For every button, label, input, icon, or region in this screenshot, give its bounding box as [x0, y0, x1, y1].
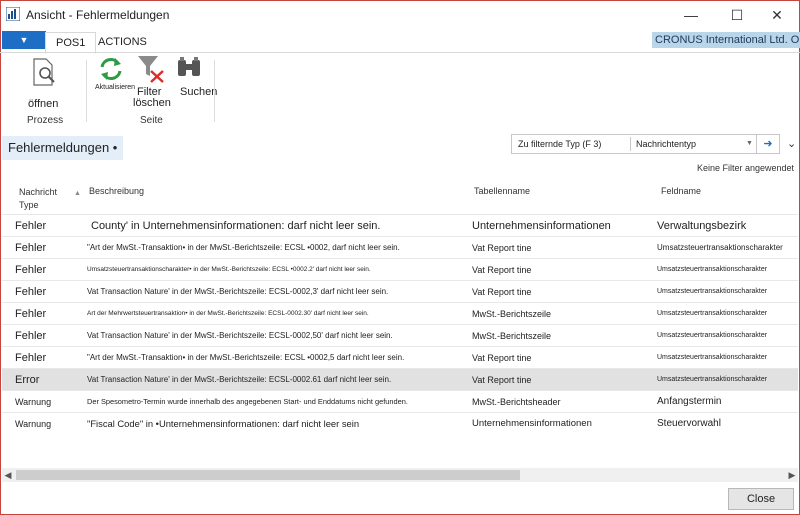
cell-description: Der Spesometro-Termin wurde innerhalb de…	[87, 397, 408, 406]
window-title: Ansicht - Fehlermeldungen	[26, 8, 170, 22]
column-header-description[interactable]: Beschreibung	[89, 186, 144, 196]
table-row[interactable]: Fehler Umsatzsteuertransaktionscharakter…	[2, 258, 798, 281]
cell-description: Art der Mehrwertsteuertransaktion• in de…	[87, 310, 369, 317]
cell-description: "Art der MwSt.-Transaktion• in der MwSt.…	[87, 353, 405, 362]
table-row[interactable]: Fehler County' in Unternehmensinformatio…	[2, 214, 798, 237]
cell-table-name: Vat Report tine	[472, 265, 532, 275]
search-button-label[interactable]: Suchen	[180, 86, 217, 98]
cell-type: Fehler	[15, 264, 47, 276]
table-row[interactable]: Warnung Der Spesometro-Termin wurde inne…	[2, 390, 798, 413]
close-icon[interactable]: ✕	[762, 4, 792, 26]
cell-field-name: Umsatzsteuertransaktionscharakter	[657, 266, 768, 273]
cell-table-name: MwSt.-Berichtszeile	[472, 309, 552, 319]
table-row[interactable]: Fehler "Art der MwSt.-Transaktion• in de…	[2, 346, 798, 369]
column-header-type[interactable]: Nachricht Type	[19, 186, 69, 212]
cell-type: Error	[15, 374, 40, 386]
cell-table-name: Unternehmensinformationen	[472, 220, 611, 232]
cell-type: Fehler	[15, 330, 47, 342]
cell-type: Warnung	[15, 419, 52, 429]
horizontal-scrollbar[interactable]: ◀ ▶	[2, 468, 798, 482]
page-title: Fehlermeldungen •	[8, 140, 118, 155]
cell-table-name: MwSt.-Berichtszeile	[472, 331, 552, 341]
cell-field-name: Umsatzsteuertransaktionscharakter	[657, 288, 768, 295]
ribbon-separator	[86, 60, 87, 122]
app-menu-button[interactable]: ▼	[2, 31, 46, 49]
minimize-icon[interactable]: —	[676, 4, 706, 26]
page-title-container[interactable]: Fehlermeldungen •	[2, 136, 124, 160]
scroll-right-icon[interactable]: ▶	[786, 468, 798, 482]
cell-description: County' in Unternehmensinformationen: da…	[91, 220, 381, 232]
column-header-table-name[interactable]: Tabellenname	[474, 186, 530, 196]
refresh-icon[interactable]	[98, 56, 124, 82]
company-name[interactable]: CRONUS International Ltd. O	[652, 32, 800, 48]
filter-value-select[interactable]: Nachrichtentyp	[636, 135, 736, 153]
refresh-button-label[interactable]: Aktualisieren	[95, 84, 135, 91]
cell-type: Fehler	[15, 286, 47, 298]
sort-ascending-icon: ▲	[74, 190, 81, 197]
cell-field-name: Verwaltungsbezirk	[657, 220, 747, 232]
scroll-left-icon[interactable]: ◀	[2, 468, 14, 482]
filter-field-label[interactable]: Zu filternde Typ (F 3)	[518, 135, 628, 153]
cell-type: Fehler	[15, 242, 47, 254]
cell-table-name: Vat Report tine	[472, 287, 532, 297]
table-row[interactable]: Warnung "Fiscal Code" in •Unternehmensin…	[2, 412, 798, 435]
cell-description: "Fiscal Code" in •Unternehmensinformatio…	[87, 418, 360, 429]
group-process-label: Prozess	[27, 115, 64, 126]
group-page-label: Seite	[140, 115, 163, 126]
cell-type: Warnung	[15, 397, 52, 407]
cell-type: Fehler	[15, 352, 47, 364]
table-row[interactable]: Fehler Vat Transaction Nature' in der Mw…	[2, 324, 798, 347]
arrow-right-icon[interactable]: ➜	[756, 134, 780, 154]
cell-table-name: Unternehmensinformationen	[472, 418, 592, 429]
binoculars-icon[interactable]	[176, 56, 202, 80]
close-button[interactable]: Close	[728, 488, 794, 510]
cell-table-name: Vat Report tine	[472, 353, 532, 363]
cell-type: Fehler	[15, 308, 47, 320]
filter-bar: Zu filternde Typ (F 3) Nachrichtentyp ▼	[511, 134, 757, 154]
tab-actions[interactable]: ACTIONS	[88, 32, 157, 52]
cell-type: Fehler	[15, 220, 47, 232]
cell-field-name: Anfangstermin	[657, 396, 722, 407]
table-row[interactable]: Fehler "Art der MwSt.-Transaktion• in de…	[2, 236, 798, 259]
cell-field-name: Steuervorwahl	[657, 418, 721, 429]
table-row[interactable]: Fehler Art der Mehrwertsteuertransaktion…	[2, 302, 798, 325]
cell-table-name: MwSt.-Berichtsheader	[472, 397, 561, 407]
cell-description: Vat Transaction Nature' in der MwSt.-Ber…	[87, 331, 393, 340]
open-button-label[interactable]: öffnen	[28, 98, 58, 110]
app-icon	[6, 7, 20, 21]
clear-filter-icon[interactable]	[136, 54, 166, 84]
title-bar: Ansicht - Fehlermeldungen — ☐ ✕	[0, 0, 800, 30]
scrollbar-thumb[interactable]	[16, 470, 520, 480]
cell-description: Vat Transaction Nature' in der MwSt.-Ber…	[87, 375, 392, 384]
cell-field-name: Umsatzsteuertransaktionscharakter	[657, 354, 768, 361]
cell-description: Vat Transaction Nature' in der MwSt.-Ber…	[87, 287, 389, 296]
cell-table-name: Vat Report tine	[472, 375, 532, 385]
open-document-icon[interactable]	[32, 58, 58, 88]
cell-field-name: Umsatzsteuertransaktionscharakter	[657, 243, 783, 252]
cell-field-name: Umsatzsteuertransaktionscharakter	[657, 310, 768, 317]
maximize-icon[interactable]: ☐	[722, 4, 752, 26]
cell-description: Umsatzsteuertransaktionscharakter• in de…	[87, 266, 371, 273]
cell-field-name: Umsatzsteuertransaktionscharakter	[657, 332, 768, 339]
ribbon-separator	[214, 60, 215, 122]
filter-divider	[630, 137, 631, 151]
table-row-selected[interactable]: Error Vat Transaction Nature' in der MwS…	[2, 368, 798, 391]
cell-field-name: Umsatzsteuertransaktionscharakter	[657, 376, 768, 383]
table-row[interactable]: Fehler Vat Transaction Nature' in der Mw…	[2, 280, 798, 303]
cell-table-name: Vat Report tine	[472, 243, 532, 253]
column-header-field-name[interactable]: Feldname	[661, 186, 701, 196]
chevron-down-icon[interactable]: ▼	[746, 135, 753, 153]
no-filters-text: Keine Filter angewendet	[696, 163, 794, 173]
cell-description: "Art der MwSt.-Transaktion• in der MwSt.…	[87, 243, 400, 252]
chevron-down-icon[interactable]: ⌄	[787, 137, 796, 150]
clear-filter-label-2[interactable]: löschen	[133, 97, 171, 109]
